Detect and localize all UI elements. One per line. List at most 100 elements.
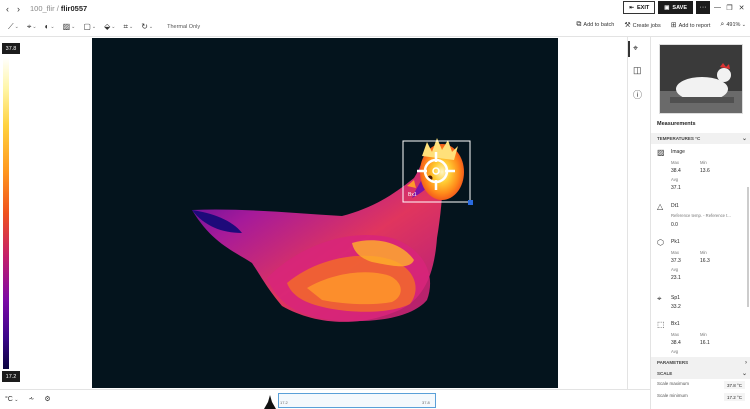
delta-description: Reference temp. - Reference t... [671, 213, 731, 218]
compare-panel-icon[interactable]: ◫ [633, 65, 642, 76]
thermal-only-toggle[interactable]: Thermal Only [167, 24, 200, 30]
scale-minimum-label: Scale minimum [657, 393, 688, 398]
parameters-section-header[interactable]: PARAMETERS › [651, 357, 750, 368]
chevron-down-icon: ⌄ [50, 23, 55, 30]
measurements-panel-icon[interactable]: ⌖ [633, 43, 638, 54]
avg-label: Avg [671, 177, 679, 182]
chevron-down-icon: ⌄ [148, 23, 154, 30]
chicken-silhouette [192, 138, 464, 322]
min-value: 13.6 [700, 168, 710, 174]
box-icon: ⬚ [657, 320, 665, 329]
scale-gradient-bar[interactable] [3, 57, 9, 369]
scale-maximum-row: Scale maximum 37.8 °C [657, 381, 747, 390]
bottom-bar: °C ⌄ ⩪ ⚙ 17.2 37.8 [0, 389, 650, 409]
scale-min-value[interactable]: 17.2 [2, 371, 20, 382]
exit-icon: ⇤ [629, 4, 634, 11]
measurement-dt1[interactable]: △ Dt1 Reference temp. - Reference t... 0… [657, 202, 747, 232]
bx1-label: Bx1 [408, 192, 417, 198]
active-indicator [628, 41, 630, 57]
measurement-bx1[interactable]: ⬚ Bx1 Max Min 38.4 16.1 Avg [657, 320, 747, 356]
chevron-down-icon: ⌄ [128, 23, 134, 30]
toolbar-actions: ⧉ Add to batch ⚒ Create jobs ⊞ Add to repor… [576, 21, 746, 29]
histogram-peak [264, 395, 276, 409]
title-actions: ⇤ EXIT ▣ SAVE ··· — ❐ ✕ [623, 1, 746, 14]
max-label: Max [671, 332, 679, 337]
max-value: 38.4 [671, 340, 681, 346]
thermal-image-editor: ‹ › 100_flir / flir0557 ⇤ EXIT ▣ SAVE ··… [0, 0, 750, 409]
measurement-image[interactable]: ▨ Image Max Min 38.4 13.6 Avg 37.1 [657, 148, 747, 193]
chevron-down-icon: ⌄ [91, 23, 97, 30]
unit-label: °C [5, 395, 13, 403]
measurement-name: Image [671, 149, 685, 155]
panel-scrollbar[interactable] [747, 187, 749, 307]
measurement-name: Sp1 [671, 295, 680, 301]
palette-tool-button[interactable]: ◐ ⌄ [45, 22, 55, 32]
measurement-sp1[interactable]: ⌖ Sp1 33.2 [657, 294, 747, 314]
parameters-header-label: PARAMETERS [657, 360, 689, 365]
breadcrumb-folder[interactable]: 100_flir [30, 4, 55, 13]
image-tool-button[interactable]: ▨ ⌄ [63, 22, 76, 32]
back-icon[interactable]: ‹ [6, 4, 9, 14]
forward-icon[interactable]: › [17, 4, 20, 14]
temperatures-section-header[interactable]: TEMPERATURES °C ⌄ [651, 133, 750, 144]
histogram-icon[interactable]: ⩪ [28, 395, 34, 403]
info-panel-icon[interactable]: ⓘ [633, 88, 642, 101]
visual-thumbnail[interactable] [659, 44, 743, 114]
delta-icon: △ [657, 202, 664, 211]
more-menu-button[interactable]: ··· [696, 1, 710, 14]
restore-icon[interactable]: ❐ [725, 4, 734, 12]
chevron-right-icon: › [745, 359, 747, 366]
breadcrumb: 100_flir / flir0557 [30, 4, 87, 13]
save-icon: ▣ [664, 4, 670, 11]
histogram-max-label: 37.8 [422, 400, 430, 405]
shape-tool-button[interactable]: ▢ ⌄ [83, 22, 96, 32]
histogram-range-box[interactable] [278, 393, 436, 408]
unit-selector[interactable]: °C ⌄ [5, 396, 18, 403]
chevron-down-icon: ⌄ [71, 23, 76, 30]
min-value: 16.1 [700, 340, 710, 346]
crop-tool-button[interactable]: ⌗ ⌄ [123, 22, 133, 32]
scale-maximum-field[interactable]: 37.8 °C [723, 381, 745, 389]
scale-maximum-label: Scale maximum [657, 381, 690, 386]
spot-value: 33.2 [671, 304, 681, 310]
spot-tool-button[interactable]: ⌖ ⌄ [27, 22, 37, 32]
measure-tools-tool-button[interactable]: ⟋ ⌄ [8, 22, 19, 32]
max-label: Max [671, 250, 679, 255]
measurements-panel: Measurements TEMPERATURES °C ⌄ ▨ Image M… [650, 37, 750, 409]
history-nav: ‹ › [0, 4, 20, 14]
rotate-icon: ↻ [141, 22, 148, 31]
fill-tool-button[interactable]: ⬙ ⌄ [104, 22, 115, 32]
chevron-down-icon: ⌄ [741, 136, 747, 142]
minimize-icon[interactable]: — [713, 4, 722, 11]
avg-value: 23.1 [671, 275, 681, 281]
max-value: 38.4 [671, 168, 681, 174]
settings-icon[interactable]: ⚙ [44, 395, 50, 403]
temperature-scale: 37.8 17.2 [0, 37, 22, 387]
bottom-tools: °C ⌄ ⩪ ⚙ [5, 395, 51, 404]
rotate-tool-button[interactable]: ↻ ⌄ [141, 22, 153, 32]
scale-minimum-field[interactable]: 17.2 °C [723, 393, 745, 401]
chevron-down-icon: ⌄ [741, 371, 747, 377]
crop-icon: ⌗ [123, 21, 128, 31]
add-to-batch-label: Add to batch [583, 22, 615, 28]
create-jobs-button[interactable]: ⚒ Create jobs [624, 21, 660, 29]
add-to-report-button[interactable]: ⊞ Add to report [671, 21, 711, 29]
scale-section-header[interactable]: SCALE ⌄ [651, 368, 750, 379]
measurement-pk1[interactable]: ⬡ Pk1 Max Min 37.3 16.3 Avg 23.1 [657, 238, 747, 284]
panel-switcher: ⌖ ◫ ⓘ [627, 37, 649, 389]
thermal-image[interactable]: Bx1 [92, 38, 558, 388]
scale-max-value[interactable]: 37.8 [2, 43, 20, 54]
save-button[interactable]: ▣ SAVE [658, 1, 693, 14]
histogram[interactable]: 17.2 37.8 [262, 392, 440, 409]
close-icon[interactable]: ✕ [737, 4, 746, 12]
add-to-batch-button[interactable]: ⧉ Add to batch [576, 21, 614, 29]
measurement-name: Pk1 [671, 239, 680, 245]
measurement-name: Bx1 [671, 321, 680, 327]
scale-minimum-row: Scale minimum 17.2 °C [657, 393, 747, 402]
image-icon: ▨ [62, 22, 71, 31]
exit-button[interactable]: ⇤ EXIT [623, 1, 656, 14]
max-label: Max [671, 160, 679, 165]
zoom-control[interactable]: ⌕ 491% ⌄ [720, 21, 746, 29]
thumbnail-photo [660, 45, 742, 113]
min-value: 16.3 [700, 258, 710, 264]
